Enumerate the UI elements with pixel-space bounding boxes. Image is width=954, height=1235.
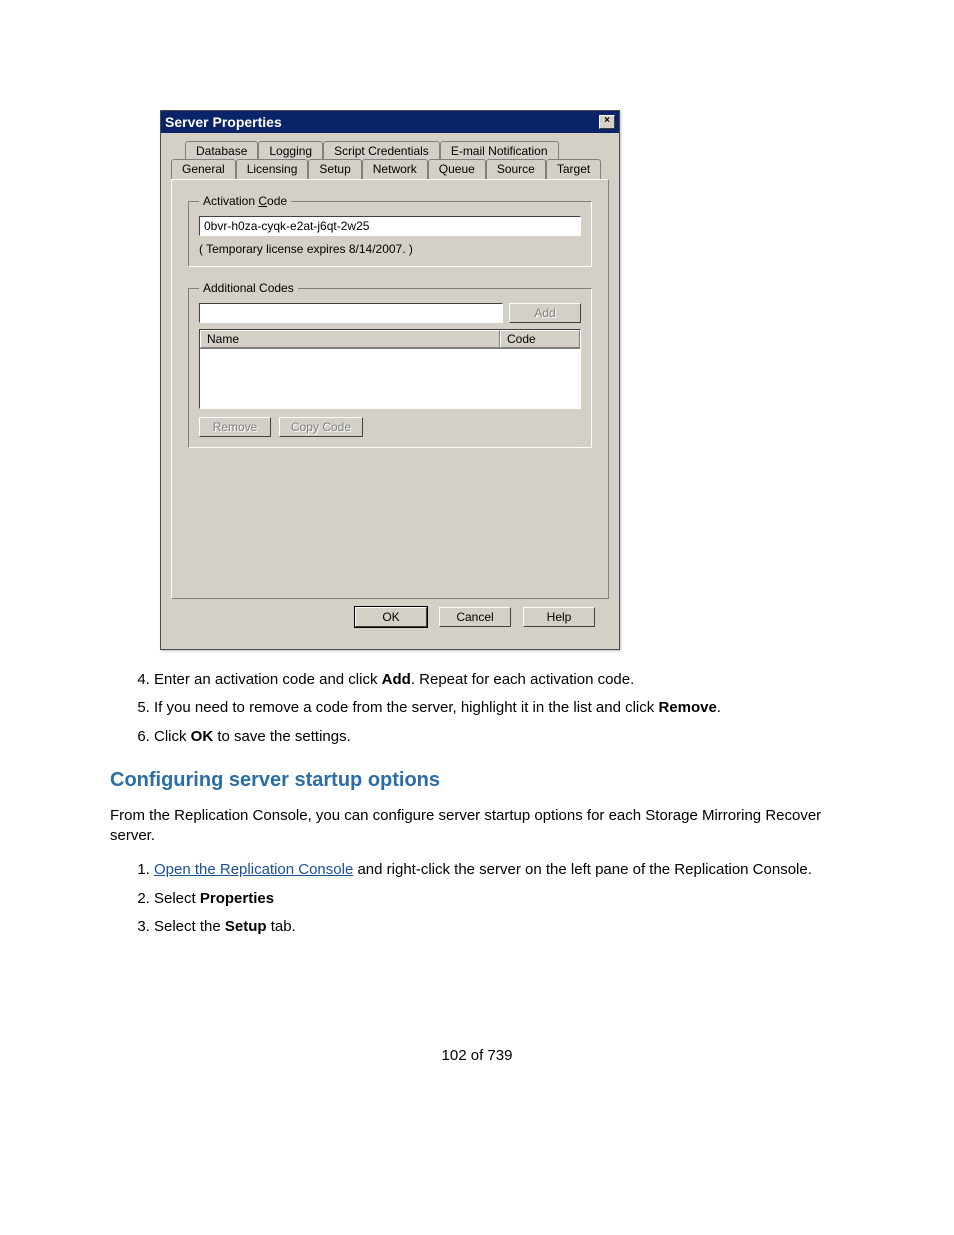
- step-b1: Open the Replication Console and right-c…: [154, 860, 844, 880]
- tab-strip: Database Logging Script Credentials E-ma…: [171, 141, 609, 599]
- section-heading: Configuring server startup options: [110, 769, 844, 792]
- tab-email-notification[interactable]: E-mail Notification: [440, 141, 559, 160]
- tab-setup[interactable]: Setup: [308, 159, 361, 179]
- tab-panel-licensing: Activation Code ( Temporary license expi…: [171, 179, 609, 599]
- server-properties-dialog: Server Properties × Database Logging Scr…: [160, 110, 620, 650]
- tab-database[interactable]: Database: [185, 141, 258, 160]
- intro-paragraph: From the Replication Console, you can co…: [110, 806, 844, 847]
- cancel-button[interactable]: Cancel: [439, 607, 511, 627]
- steps-list-b: Open the Replication Console and right-c…: [110, 860, 844, 937]
- activation-code-input[interactable]: [199, 216, 581, 236]
- dialog-title: Server Properties: [165, 114, 282, 130]
- help-button[interactable]: Help: [523, 607, 595, 627]
- remove-button[interactable]: Remove: [199, 417, 271, 437]
- step-b3: Select the Setup tab.: [154, 917, 844, 937]
- tab-script-credentials[interactable]: Script Credentials: [323, 141, 440, 160]
- column-name[interactable]: Name: [200, 330, 500, 348]
- titlebar: Server Properties ×: [161, 111, 619, 133]
- column-code[interactable]: Code: [500, 330, 580, 348]
- step-b2: Select Properties: [154, 889, 844, 909]
- listview-header: Name Code: [200, 330, 580, 349]
- tab-queue[interactable]: Queue: [428, 159, 486, 179]
- additional-codes-legend: Additional Codes: [199, 281, 298, 295]
- activation-code-group: Activation Code ( Temporary license expi…: [188, 194, 592, 267]
- codes-listview[interactable]: Name Code: [199, 329, 581, 409]
- additional-codes-group: Additional Codes Add Name Code: [188, 281, 592, 448]
- step-4: Enter an activation code and click Add. …: [154, 670, 844, 690]
- tab-general[interactable]: General: [171, 159, 236, 179]
- tab-licensing[interactable]: Licensing: [236, 159, 309, 179]
- add-button[interactable]: Add: [509, 303, 581, 323]
- tab-source[interactable]: Source: [486, 159, 546, 179]
- ok-button[interactable]: OK: [355, 607, 427, 627]
- dialog-footer: OK Cancel Help: [171, 599, 609, 639]
- activation-code-legend: Activation Code: [199, 194, 291, 208]
- steps-list-a: Enter an activation code and click Add. …: [110, 670, 844, 747]
- tab-network[interactable]: Network: [362, 159, 428, 179]
- close-icon[interactable]: ×: [599, 115, 615, 129]
- additional-code-input[interactable]: [199, 303, 503, 323]
- page-number: 102 of 739: [110, 1047, 844, 1064]
- open-replication-console-link[interactable]: Open the Replication Console: [154, 861, 353, 878]
- copy-code-button[interactable]: Copy Code: [279, 417, 363, 437]
- step-5: If you need to remove a code from the se…: [154, 698, 844, 718]
- tab-target[interactable]: Target: [546, 159, 601, 179]
- license-expiry-text: ( Temporary license expires 8/14/2007. ): [199, 242, 581, 256]
- tab-logging[interactable]: Logging: [258, 141, 323, 160]
- step-6: Click OK to save the settings.: [154, 727, 844, 747]
